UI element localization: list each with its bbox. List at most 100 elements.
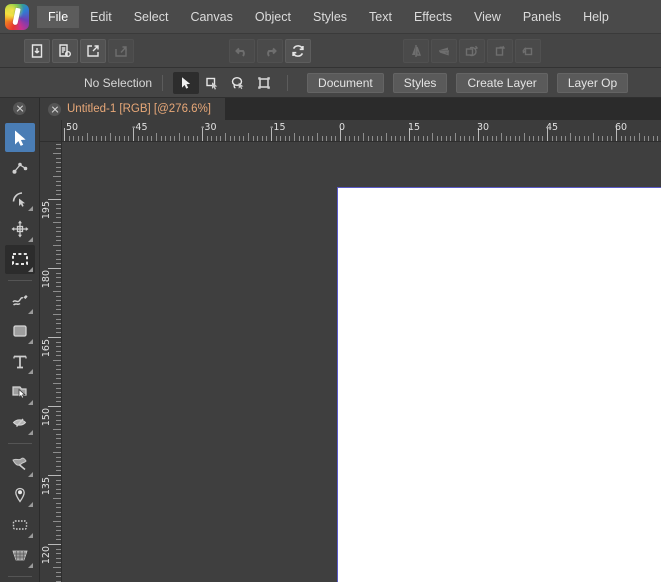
tab-title: Untitled-1 [RGB] [@276.6%] [67, 103, 211, 115]
ruler-tick [386, 133, 387, 141]
ruler-tick [56, 576, 61, 578]
document-tab[interactable]: Untitled-1 [RGB] [@276.6%] [40, 98, 226, 120]
ruler-tick [56, 332, 61, 334]
ruler-tick [505, 136, 507, 141]
move-tool-icon[interactable] [173, 71, 200, 94]
lasso-select-icon[interactable] [225, 72, 251, 94]
menu-item-help[interactable]: Help [572, 6, 620, 28]
vertical-ruler[interactable]: 195 180 165 150 135 120 [40, 142, 62, 582]
ruler-label: -30 [201, 122, 217, 133]
ruler-tick [381, 136, 383, 141]
ruler-tick [445, 136, 447, 141]
menu-item-panels[interactable]: Panels [512, 6, 572, 28]
ruler-tick [56, 272, 61, 274]
ruler-tick [56, 286, 61, 288]
ruler-tick [56, 571, 61, 573]
main-toolbar [0, 34, 661, 68]
ruler-tick [174, 136, 176, 141]
menu-item-styles[interactable]: Styles [302, 6, 358, 28]
ruler-tick [284, 136, 286, 141]
tool-submenu-indicator [27, 308, 33, 314]
ruler-label: 150 [41, 408, 52, 427]
ruler-tick [56, 479, 61, 481]
ruler-tick [56, 143, 61, 145]
document-page[interactable] [337, 187, 661, 582]
menu-item-view[interactable]: View [463, 6, 512, 28]
tool-freehand-draw[interactable] [5, 286, 35, 315]
ruler-tick [53, 429, 61, 430]
tool-pen-vector[interactable] [5, 408, 35, 437]
ruler-tick [56, 488, 61, 490]
ruler-tick [593, 133, 594, 141]
tool-text[interactable] [5, 347, 35, 376]
tool-move[interactable] [4, 123, 35, 153]
tool-transform[interactable] [5, 214, 35, 243]
ruler-tick [560, 136, 562, 141]
ruler-corner[interactable] [40, 120, 62, 142]
close-icon[interactable] [48, 102, 61, 116]
styles-button[interactable]: Styles [392, 72, 448, 93]
app-logo-icon[interactable] [5, 3, 29, 30]
menu-item-text[interactable]: Text [358, 6, 403, 28]
tool-frame[interactable] [5, 510, 35, 539]
ruler-tick [192, 136, 194, 141]
ruler-tick [56, 162, 61, 164]
ruler-tick [56, 433, 61, 435]
ruler-tick [579, 136, 581, 141]
menu-label: Edit [90, 9, 112, 24]
ruler-tick [56, 148, 61, 150]
tool-curve-edit[interactable] [5, 184, 35, 213]
ruler-tick [82, 136, 84, 141]
menu-item-object[interactable]: Object [244, 6, 302, 28]
tool-rectangle-shape[interactable] [5, 317, 35, 346]
menu-item-canvas[interactable]: Canvas [179, 6, 243, 28]
ruler-label: 30 [477, 122, 490, 133]
ruler-tick [597, 136, 599, 141]
tool-marquee-select[interactable] [4, 244, 35, 275]
document-button[interactable]: Document [307, 72, 384, 93]
save-as-icon[interactable] [52, 38, 78, 63]
ruler-tick [266, 136, 268, 141]
tool-color-picker[interactable] [5, 480, 35, 509]
tool-mesh-warp[interactable] [5, 541, 35, 570]
button-label: Create Layer [467, 75, 537, 90]
ruler-tick [427, 136, 429, 141]
ruler-tick [142, 136, 144, 141]
layer-options-button[interactable]: Layer Op [556, 72, 629, 93]
canvas-viewport[interactable] [62, 142, 661, 582]
palette-close-button[interactable] [13, 102, 26, 115]
horizontal-ruler[interactable]: 50 -45 -30 -15 0 15 30 45 60 [62, 120, 661, 142]
export-icon[interactable] [80, 38, 106, 63]
ruler-tick [56, 419, 61, 421]
tool-shape-select[interactable] [5, 377, 35, 406]
menu-item-effects[interactable]: Effects [403, 6, 463, 28]
close-icon[interactable] [13, 102, 26, 115]
tool-submenu-indicator [27, 369, 33, 375]
ruler-tick [146, 136, 148, 141]
menu-label: Panels [522, 9, 562, 24]
save-document-icon[interactable] [24, 38, 50, 63]
tool-node-edit[interactable] [5, 153, 35, 182]
ruler-tick [56, 392, 61, 394]
rectangle-select-icon[interactable] [199, 72, 225, 94]
ruler-tick [418, 136, 420, 141]
ruler-tick [519, 136, 521, 141]
selection-status-label: No Selection [84, 75, 153, 90]
ruler-tick [160, 136, 162, 141]
menu-item-edit[interactable]: Edit [79, 6, 123, 28]
create-layer-button[interactable]: Create Layer [456, 72, 548, 93]
refresh-icon[interactable] [285, 38, 311, 63]
ruler-label: 165 [41, 339, 52, 358]
menu-label: Styles [312, 9, 348, 24]
ruler-tick [56, 212, 61, 214]
ruler-tick [344, 136, 346, 141]
transform-box-icon[interactable] [251, 72, 277, 94]
ruler-tick [56, 470, 61, 472]
palette-divider [7, 576, 32, 578]
menu-item-file[interactable]: File [37, 5, 80, 28]
ruler-tick [56, 203, 61, 205]
tool-brush[interactable] [5, 449, 35, 478]
menu-item-select[interactable]: Select [123, 6, 180, 28]
divider [287, 74, 289, 91]
ruler-tick [436, 136, 438, 141]
